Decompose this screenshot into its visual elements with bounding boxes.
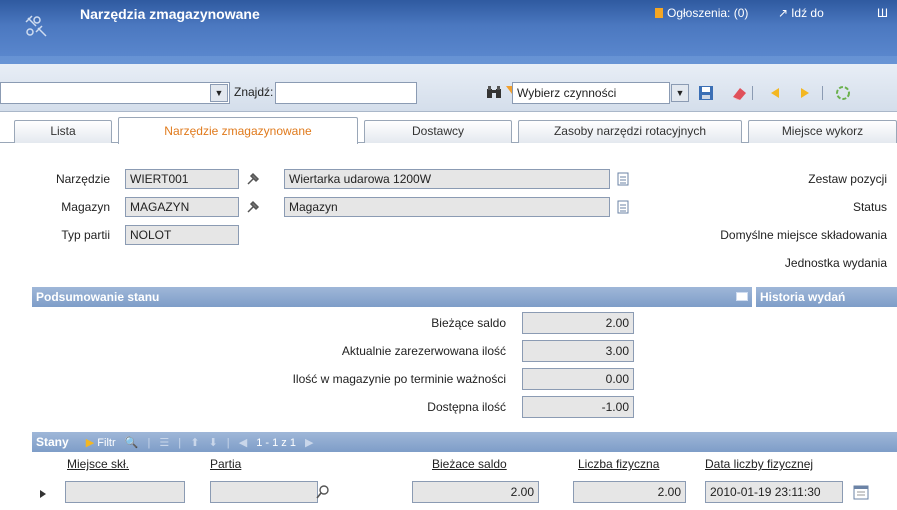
- prev-page-icon[interactable]: ◀: [239, 437, 247, 449]
- expired-qty-label: Ilość w magazynie po terminie ważności: [292, 372, 506, 386]
- refresh-icon[interactable]: [834, 84, 852, 102]
- tool-description-field[interactable]: Wiertarka udarowa 1200W: [284, 169, 610, 189]
- lot-type-field[interactable]: NOLOT: [125, 225, 239, 245]
- table-row[interactable]: 2.00 2.00 2010-01-19 23:11:30: [32, 480, 897, 510]
- eraser-icon[interactable]: [730, 84, 748, 102]
- summary-title: Podsumowanie stanu: [36, 290, 160, 304]
- toolbar-separator: [822, 86, 823, 100]
- goto-link[interactable]: ↗ Idź do: [778, 6, 824, 20]
- status-label: Status: [852, 200, 887, 214]
- col-lot[interactable]: Partia: [210, 457, 241, 471]
- previous-record-icon[interactable]: [765, 84, 783, 102]
- find-input[interactable]: [275, 82, 417, 104]
- warehouse-description-field[interactable]: Magazyn: [284, 197, 610, 217]
- tool-label: Narzędzie: [55, 172, 110, 186]
- app-logo-icon: [25, 15, 47, 37]
- reserved-qty-field: 3.00: [522, 340, 634, 362]
- default-location-label: Domyślne miejsce składowania: [720, 228, 887, 242]
- lookup-icon[interactable]: [246, 200, 260, 214]
- tab-usage-location[interactable]: Miejsce wykorz: [748, 120, 897, 143]
- up-icon[interactable]: ⬆: [190, 437, 199, 449]
- announcements-link[interactable]: Ogłoszenia: (0): [655, 6, 748, 20]
- chevron-down-icon[interactable]: ▼: [210, 84, 228, 102]
- location-cell[interactable]: [65, 481, 185, 503]
- binoculars-icon[interactable]: [486, 85, 502, 99]
- tool-field[interactable]: WIERT001: [125, 169, 239, 189]
- toolbar-separator: [752, 86, 753, 100]
- expired-qty-field: 0.00: [522, 368, 634, 390]
- paging-text: 1 - 1 z 1: [256, 437, 296, 449]
- balances-toolbar: Stany ▶ Filtr 🔍 | ☰ | ⬆ ⬇ | ◀ 1 - 1 z 1 …: [32, 432, 897, 452]
- search-icon[interactable]: [316, 485, 330, 499]
- physical-date-cell[interactable]: 2010-01-19 23:11:30: [705, 481, 843, 503]
- balances-title: Stany: [36, 435, 69, 449]
- announcement-icon: [655, 8, 663, 18]
- title-stripe: [0, 56, 897, 64]
- toolbar-separator: |: [147, 437, 151, 449]
- tab-stored-tool[interactable]: Narzędzie zmagazynowane: [118, 117, 358, 144]
- history-title: Historia wydań: [760, 290, 846, 304]
- lookup-icon[interactable]: [246, 172, 260, 186]
- goto-arrow-icon: ↗: [778, 6, 789, 20]
- tab-list[interactable]: Lista: [14, 120, 112, 143]
- physical-cell[interactable]: 2.00: [573, 481, 686, 503]
- current-balance-field: 2.00: [522, 312, 634, 334]
- reports-link[interactable]: Ш: [877, 6, 888, 20]
- columns-icon[interactable]: ☰: [159, 437, 169, 449]
- details-icon[interactable]: [617, 172, 629, 186]
- tab-suppliers[interactable]: Dostawcy: [364, 120, 512, 143]
- save-icon[interactable]: [697, 84, 715, 102]
- find-label: Znajdź:: [234, 85, 274, 99]
- find-icon[interactable]: 🔍: [125, 437, 139, 449]
- calendar-icon[interactable]: [853, 484, 869, 500]
- next-record-icon[interactable]: [797, 84, 815, 102]
- col-physical-date[interactable]: Data liczby fizycznej: [705, 457, 813, 471]
- tab-rotating-tools[interactable]: Zasoby narzędzi rotacyjnych: [518, 120, 742, 143]
- page-title: Narzędzia zmagazynowane: [80, 6, 260, 22]
- balance-cell[interactable]: 2.00: [412, 481, 539, 503]
- item-set-label: Zestaw pozycji: [808, 172, 887, 186]
- title-bar: Narzędzia zmagazynowane Ogłoszenia: (0) …: [0, 0, 897, 64]
- lot-cell[interactable]: [210, 481, 318, 503]
- warehouse-field[interactable]: MAGAZYN: [125, 197, 239, 217]
- toolbar-separator: |: [178, 437, 182, 449]
- next-page-icon[interactable]: ▶: [305, 437, 313, 449]
- col-physical[interactable]: Liczba fizyczna: [578, 457, 659, 471]
- col-balance[interactable]: Bieżace saldo: [432, 457, 507, 471]
- details-icon[interactable]: [617, 200, 629, 214]
- lot-type-label: Typ partii: [61, 228, 110, 242]
- chevron-down-icon[interactable]: ▼: [671, 84, 689, 102]
- action-select[interactable]: Wybierz czynności ▼: [512, 82, 689, 104]
- summary-section-header: Podsumowanie stanu: [32, 287, 752, 307]
- row-selector-icon: [40, 490, 46, 498]
- down-icon[interactable]: ⬇: [209, 437, 218, 449]
- warehouse-label: Magazyn: [61, 200, 110, 214]
- issue-unit-label: Jednostka wydania: [784, 256, 887, 270]
- reserved-qty-label: Aktualnie zarezerwowana ilość: [341, 344, 506, 358]
- available-qty-field: -1.00: [522, 396, 634, 418]
- filter-arrow-icon: ▶: [85, 437, 95, 449]
- toolbar: ▼ Znajdź: Wybierz czynności ▼: [0, 64, 897, 112]
- tab-bar: Lista Narzędzie zmagazynowane Dostawcy Z…: [0, 117, 897, 144]
- available-qty-label: Dostępna ilość: [427, 400, 506, 414]
- col-location[interactable]: Miejsce skł.: [67, 457, 129, 471]
- toolbar-separator: |: [226, 437, 230, 449]
- current-balance-label: Bieżące saldo: [431, 316, 506, 330]
- filter-button[interactable]: ▶ Filtr: [86, 437, 116, 449]
- search-field-select[interactable]: ▼: [0, 82, 230, 104]
- collapse-icon[interactable]: [736, 292, 748, 301]
- history-section-header: Historia wydań: [756, 287, 897, 307]
